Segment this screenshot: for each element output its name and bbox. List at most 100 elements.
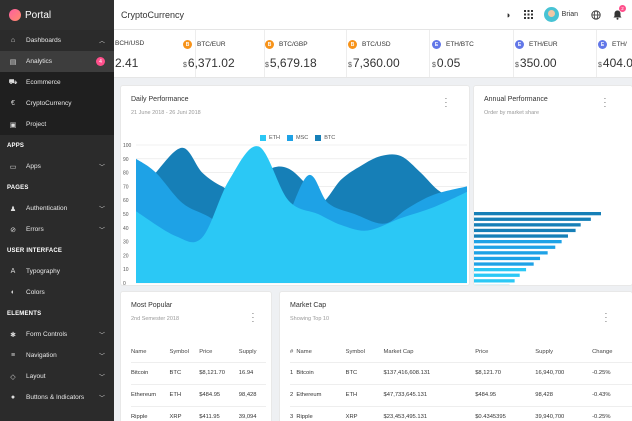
table-cell: Ripple [131,405,170,421]
table-cell: Ripple [296,405,346,421]
card-subtitle: 2nd Semester 2018 [131,316,180,322]
ticker-pair: ETH/BTC [446,41,474,48]
column-header: Name [131,348,147,355]
buttons-icon: ● [10,394,16,401]
table-row[interactable]: Ripple XRP $411.95 39,094 [131,405,266,421]
table-cell: $411.95 [199,405,239,421]
market-cap-card: Market Cap Showing Top 10 · · · # Name Symbo… [280,292,632,421]
ticker-item[interactable]: B BTC/EUR $6,371.02 [183,30,265,77]
table-row[interactable]: 1 Bitcoin BTC $137,416,608.131 $8,121.70 16,9… [290,361,632,384]
briefcase-icon: ▣ [9,121,17,129]
more-options-icon[interactable]: · · · [250,310,256,326]
price-ticker: BCH/USD 2.41 B BTC/EUR $6,371.02 B BTC/GBP $5,6… [114,30,632,78]
sidebar-item-apps[interactable]: ▭ Apps ﹀ [0,156,114,177]
ticker-value: 7,360.00 [352,56,400,70]
y-tick-label: 20 [123,253,129,259]
sidebar-item-form-controls[interactable]: ✱ Form Controls ﹀ [0,324,114,345]
ticker-item[interactable]: E ETH/ $404.0 [598,30,632,77]
sidebar-item-analytics[interactable]: ▤ Analytics 4 [0,51,114,72]
contrast-icon[interactable]: ◑ [502,9,514,21]
ticker-item[interactable]: E ETH/BTC $0.05 [432,30,514,77]
ticker-currency: $ [183,62,187,69]
sidebar-item-layout[interactable]: ◇ Layout ﹀ [0,366,114,387]
y-tick-label: 90 [123,157,129,163]
table-row[interactable]: 2 Ethereum ETH $47,733,645.131 $484.95 98,428… [290,383,632,406]
column-header: Supply [238,348,257,355]
sidebar-item-label: Colors [26,289,45,296]
table-row[interactable]: Ethereum ETH $484.95 98,428 [131,383,266,406]
most-popular-card: Most Popular 2nd Semester 2018 · · · Name S… [121,292,271,421]
ticker-value: 350.00 [519,56,557,70]
sidebar-item-ecommerce[interactable]: ⛟ Ecommerce [0,72,114,93]
table-cell: 39,094 [238,405,266,421]
sidebar-item-project[interactable]: ▣ Project [0,114,114,135]
bar [474,217,591,221]
count-badge: 4 [96,57,105,66]
table-cell: -0.43% [592,383,632,406]
sidebar-item-navigation[interactable]: ≡ Navigation ﹀ [0,345,114,366]
ticker-pair: ETH/EUR [529,41,558,48]
document-icon: ▤ [9,58,17,66]
ticker-value: 0.05 [436,56,461,70]
table-row[interactable]: 3 Ripple XRP $23,453,495.131 $0.4345395 39,94… [290,405,632,421]
sidebar-item-label: Buttons & Indicators [26,394,85,401]
bar [474,223,581,227]
column-header: Change [592,348,613,355]
user-name[interactable]: Brian [562,11,578,18]
sidebar-item-label: CryptoCurrency [26,100,72,107]
sidebar-nav: ⌂ Dashboards ︿ ▤ Analytics 4 ⛟ Ecommerce € Crypto… [0,30,114,408]
ticker-item[interactable]: E ETH/EUR $350.00 [515,30,597,77]
sidebar-item-cryptocurrency[interactable]: € CryptoCurrency [0,93,114,114]
table-cell: $137,416,608.131 [383,361,476,384]
chevron-up-icon: ︿ [98,39,105,45]
bell-icon[interactable]: 2 [611,4,626,21]
table-header: # Name Symbol Market Cap Price Supply Change [290,342,632,362]
avatar[interactable] [543,7,559,22]
bar [474,273,520,277]
table-cell: XRP [169,405,200,421]
y-tick-label: 0 [123,281,126,285]
sidebar-item-label: Typography [26,268,60,275]
table-row[interactable]: Bitcoin BTC $8,121.70 16.94 [131,361,266,384]
sidebar-item-buttons-indicators[interactable]: ● Buttons & Indicators ﹀ [0,387,114,408]
sidebar-item-colors[interactable]: ◐ Colors [0,282,114,303]
column-header: Supply [535,348,553,355]
daily-performance-card: Daily Performance 21 June 2018 - 26 Juni… [121,86,469,285]
notification-badge: 2 [619,4,626,12]
sidebar-item-errors[interactable]: ⊘ Errors ﹀ [0,219,114,240]
brand[interactable]: Portal [0,0,114,30]
table-cell: $0.4345395 [475,405,536,421]
chevron-down-icon: ﹀ [98,165,105,171]
table-cell: BTC [345,361,384,384]
ticker-pair: BTC/USD [362,41,391,48]
table-cell: $23,453,495.131 [383,405,476,421]
y-tick-label: 10 [123,267,129,273]
user-icon: ♟ [9,205,17,213]
alert-icon: ⊘ [10,226,16,234]
table-cell: $8,121.70 [475,361,536,384]
ticker-currency: $ [515,62,519,69]
table-cell: 98,428 [238,383,266,406]
ticker-item[interactable]: B BTC/USD $7,360.00 [348,30,430,77]
sidebar-item-typography[interactable]: A Typography [0,261,114,282]
sidebar-item-label: Ecommerce [26,79,61,86]
ticker-item[interactable]: B BTC/GBP $5,679.18 [265,30,347,77]
menu-icon: ≡ [10,352,16,359]
bar [474,240,562,244]
ticker-currency: $ [265,62,269,69]
sidebar-item-label: Form Controls [26,331,68,338]
ticker-pair: BCH/USD [115,40,145,47]
ethereum-icon: E [432,40,441,49]
annual-performance-chart [474,212,601,285]
globe-icon[interactable] [590,9,602,21]
y-tick-label: 80 [123,171,129,177]
sidebar-item-dashboards[interactable]: ⌂ Dashboards ︿ [0,30,114,51]
apps-grid-icon[interactable] [523,9,535,21]
sidebar-item-label: Errors [26,226,44,233]
sidebar-item-authentication[interactable]: ♟ Authentication ﹀ [0,198,114,219]
ticker-currency: $ [348,62,352,69]
sidebar-section-pages: PAGES [7,184,29,191]
more-options-icon[interactable]: · · · [603,310,609,326]
y-tick-label: 100 [123,143,132,149]
y-tick-label: 40 [123,226,129,232]
